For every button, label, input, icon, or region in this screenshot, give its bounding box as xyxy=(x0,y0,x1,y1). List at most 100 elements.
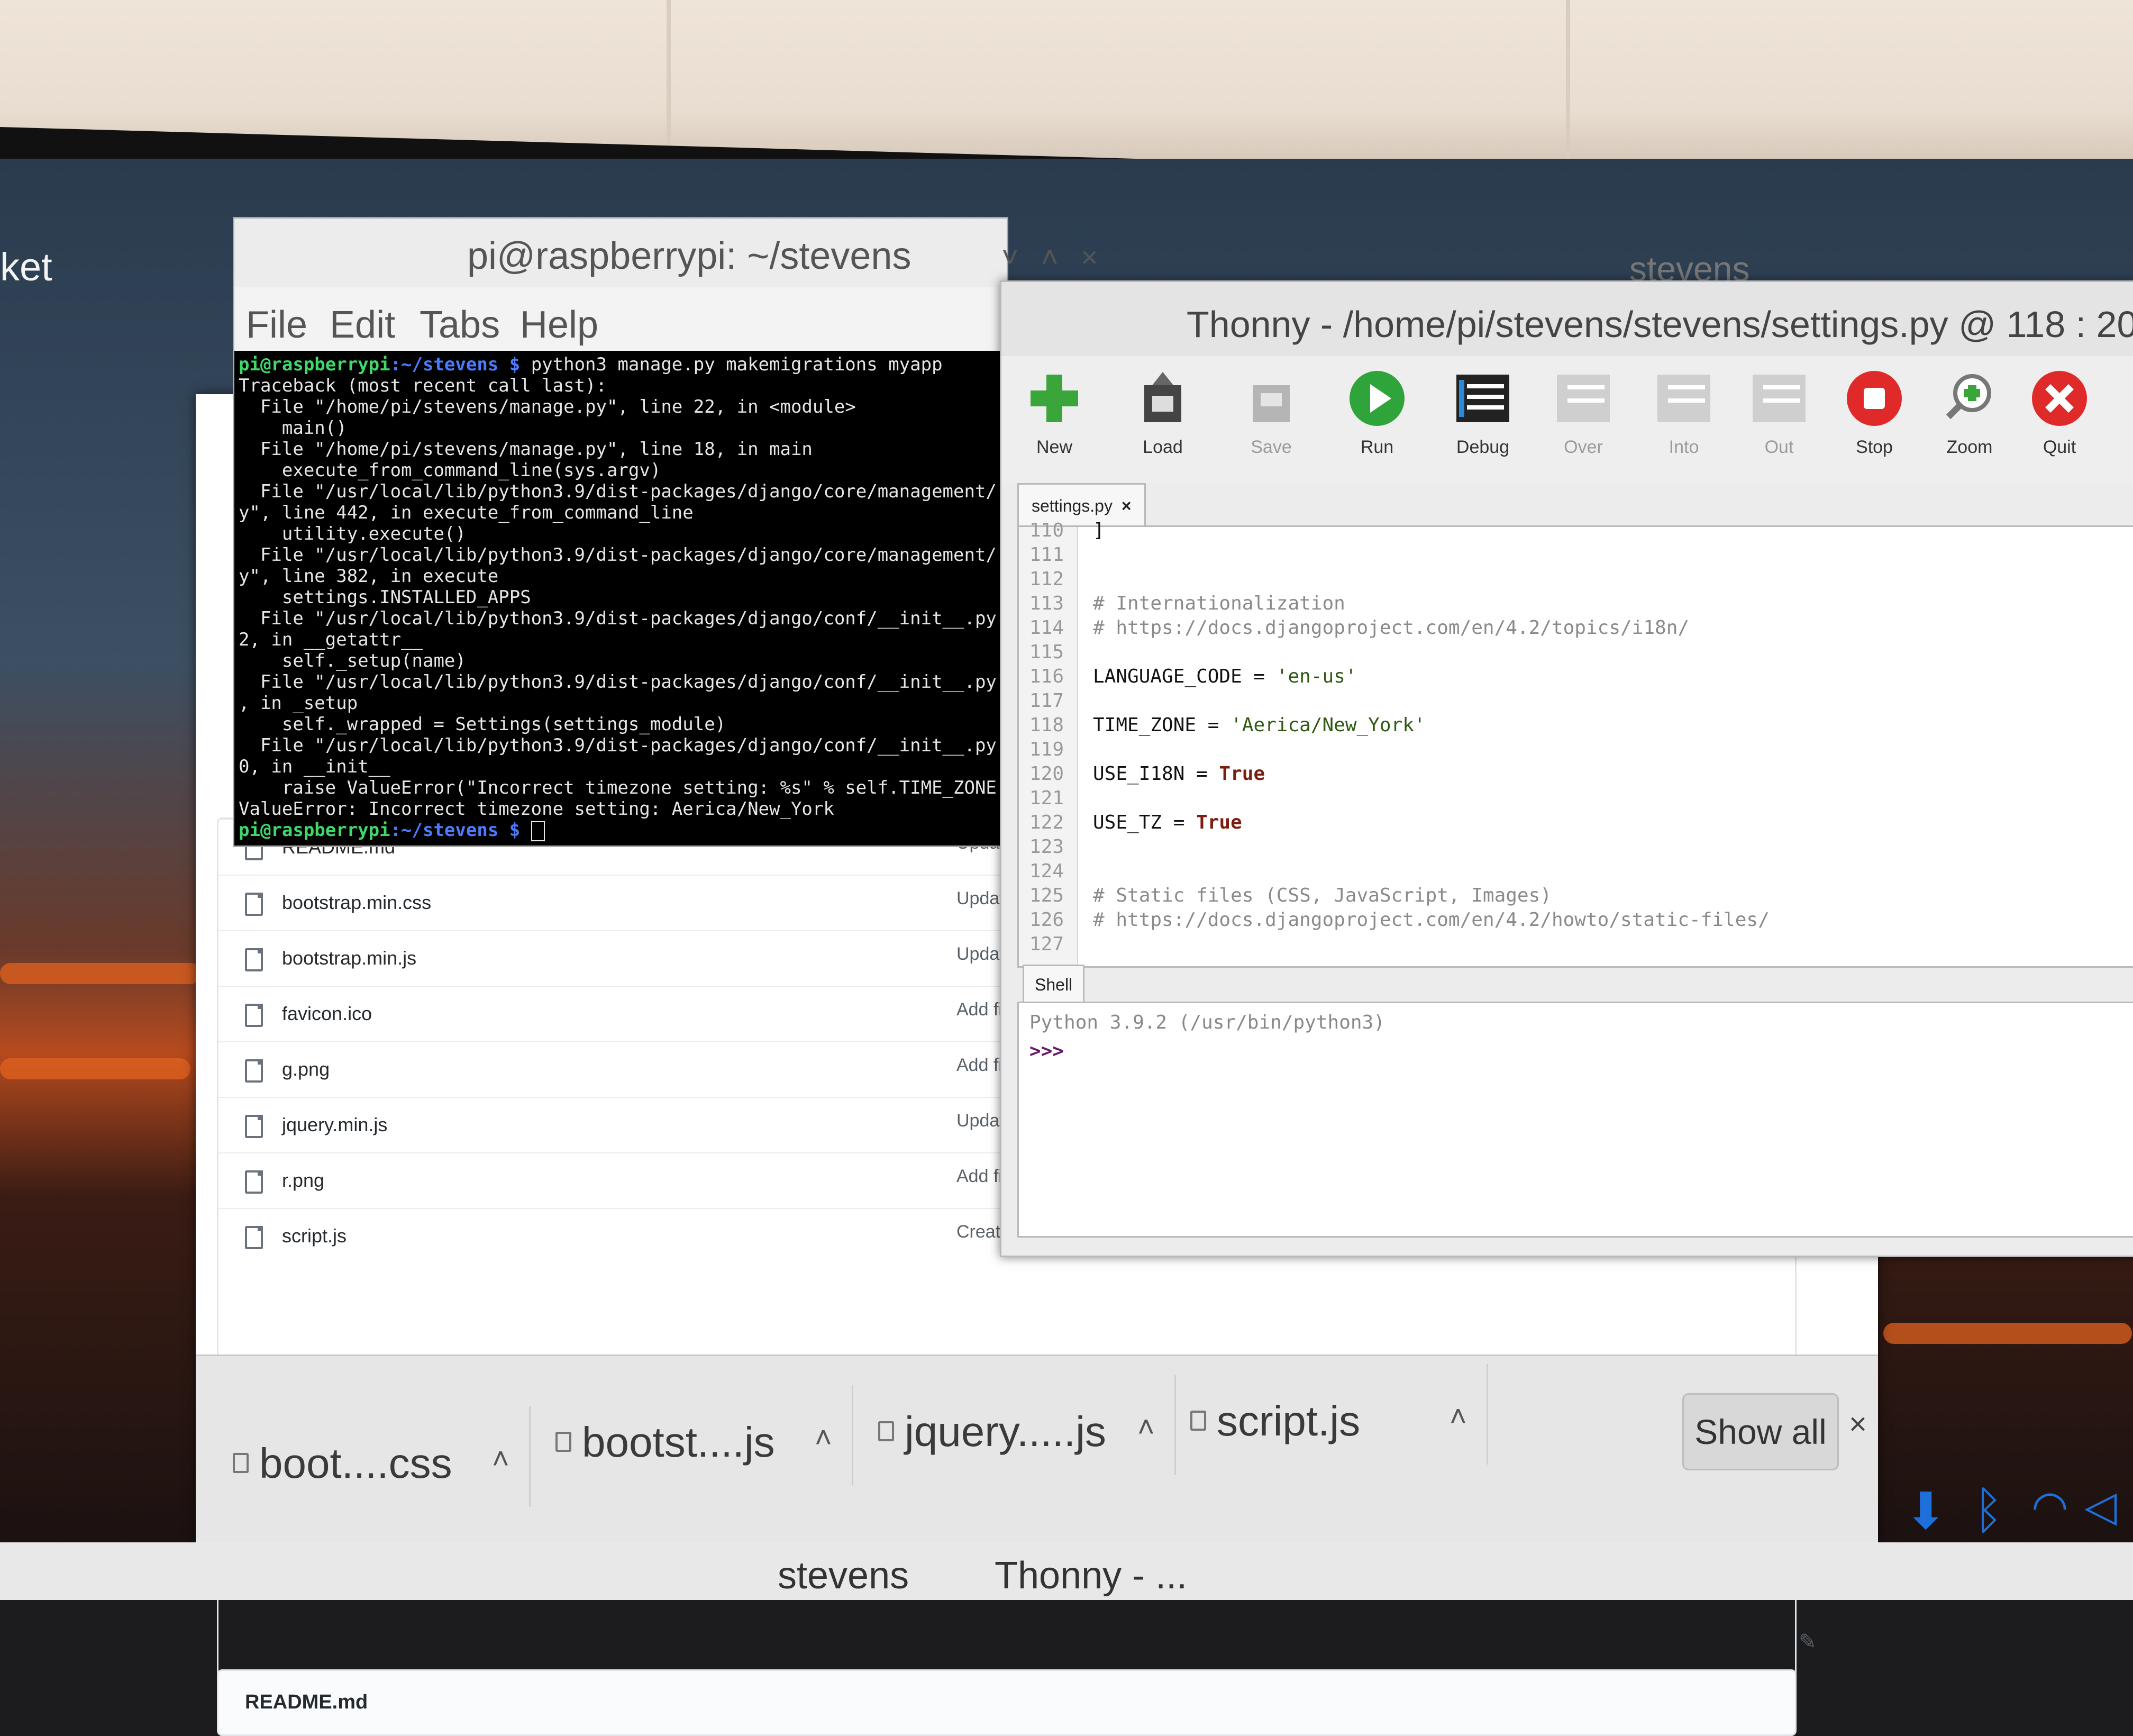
close-icon[interactable]: × xyxy=(1081,240,1098,274)
readme-header: README.md xyxy=(217,1669,1797,1736)
close-icon[interactable]: × xyxy=(1849,1406,1867,1442)
terminal-line: ValueError: Incorrect timezone setting: … xyxy=(239,798,834,820)
terminal-command: python3 manage.py makemigrations myapp xyxy=(520,354,943,375)
bluetooth-icon[interactable]: ᛒ xyxy=(1973,1481,2004,1540)
shell-prompt: >>> xyxy=(1029,1040,1064,1062)
save-button[interactable]: Save xyxy=(1229,369,1314,475)
terminal-line: File "/home/pi/stevens/manage.py", line … xyxy=(239,396,856,417)
taskbar-item-thonny[interactable]: Thonny - ... xyxy=(995,1554,1187,1597)
file-name[interactable]: bootstrap.min.js xyxy=(282,947,416,969)
run-button[interactable]: Run xyxy=(1335,369,1419,475)
quit-icon xyxy=(2030,369,2089,428)
code-comment: # Internationalization xyxy=(1093,593,1345,614)
download-item[interactable]: boot....css ˄ xyxy=(217,1406,531,1507)
wallpaper-streak xyxy=(1883,1323,2132,1344)
line-number: 118 xyxy=(1029,714,1064,736)
python-shell[interactable]: Python 3.9.2 (/usr/bin/python3) >>> xyxy=(1017,1002,2133,1238)
debug-button[interactable]: Debug xyxy=(1441,369,1525,475)
chevron-up-icon[interactable]: ˄ xyxy=(492,1441,509,1476)
file-icon xyxy=(233,1453,249,1473)
stop-button[interactable]: Stop xyxy=(1832,369,1917,475)
code-line: TIME_ZONE = 'Aerica/New_York' xyxy=(1093,714,1426,736)
line-number: 120 xyxy=(1029,763,1064,785)
terminal-output[interactable]: pi@raspberrypi:~/stevens $ python3 manag… xyxy=(234,351,1007,846)
download-tray-icon[interactable]: ⬇ xyxy=(1904,1481,1947,1541)
code-text: TIME_ZONE = xyxy=(1093,714,1231,736)
code-comment: # https://docs.djangoproject.com/en/4.2/… xyxy=(1093,617,1690,639)
taskbar: stevens Thonny - ... xyxy=(0,1542,2133,1600)
chevron-up-icon[interactable]: ˄ xyxy=(815,1420,832,1455)
load-button[interactable]: Load xyxy=(1120,369,1205,475)
file-icon xyxy=(245,948,263,971)
download-item[interactable]: jquery.....js ˄ xyxy=(862,1375,1176,1475)
code-text: USE_I18N = xyxy=(1093,763,1219,785)
download-shelf: boot....css ˄ bootst....js ˄ jquery.....… xyxy=(196,1355,1878,1544)
new-button[interactable]: New xyxy=(1012,369,1097,475)
file-name[interactable]: favicon.ico xyxy=(282,1003,372,1025)
file-name[interactable]: g.png xyxy=(282,1058,330,1080)
quit-button[interactable]: Quit xyxy=(2017,369,2102,475)
desktop-window-label: ket xyxy=(0,245,52,289)
file-name[interactable]: r.png xyxy=(282,1169,324,1192)
menu-tabs[interactable]: Tabs xyxy=(420,303,500,347)
line-number: 125 xyxy=(1029,885,1064,906)
terminal-line: 2, in __getattr__ xyxy=(239,629,423,650)
shell-banner: Python 3.9.2 (/usr/bin/python3) xyxy=(1029,1012,1385,1033)
download-name[interactable]: jquery.....js xyxy=(905,1407,1106,1456)
thonny-titlebar[interactable]: Thonny - /home/pi/stevens/stevens/settin… xyxy=(1001,282,2133,356)
zoom-label: Zoom xyxy=(1946,437,1993,457)
readme-title: README.md xyxy=(245,1691,368,1713)
terminal-line: utility.execute() xyxy=(239,523,466,544)
editor-tabstrip: settings.py × xyxy=(1017,483,2133,527)
step-out-icon xyxy=(1750,369,1808,428)
stop-icon xyxy=(1845,369,1903,428)
download-name[interactable]: bootst....js xyxy=(582,1418,775,1467)
download-item[interactable]: bootst....js ˄ xyxy=(540,1385,853,1486)
download-name[interactable]: boot....css xyxy=(259,1439,452,1488)
zoom-button[interactable]: Zoom xyxy=(1927,369,2012,475)
code-editor[interactable]: 110 111 112 113 114 115 116 117 118 119 … xyxy=(1017,520,2133,968)
terminal-titlebar[interactable]: pi@raspberrypi: ~/stevens ˅ ˄ × xyxy=(234,219,1098,287)
file-name[interactable]: script.js xyxy=(282,1225,347,1247)
volume-icon[interactable]: ◁ xyxy=(2084,1481,2117,1531)
line-number: 123 xyxy=(1029,836,1064,858)
step-out-button[interactable]: Out xyxy=(1737,369,1821,475)
wifi-icon[interactable]: ◠ xyxy=(2031,1481,2068,1531)
terminal-line: File "/home/pi/stevens/manage.py", line … xyxy=(239,439,813,460)
terminal-line: y", line 442, in execute_from_command_li… xyxy=(239,502,694,523)
file-name[interactable]: bootstrap.min.css xyxy=(282,892,431,914)
step-into-button[interactable]: Into xyxy=(1642,369,1726,475)
chevron-up-icon[interactable]: ˄ xyxy=(1137,1410,1155,1444)
download-item[interactable]: script.js ˄ xyxy=(1174,1364,1488,1465)
chevron-up-icon[interactable]: ˄ xyxy=(1450,1399,1467,1433)
terminal-line: self._setup(name) xyxy=(239,650,466,671)
code-line: LANGUAGE_CODE = 'en-us' xyxy=(1093,666,1357,687)
code-keyword: True xyxy=(1196,812,1242,833)
show-all-button[interactable]: Show all xyxy=(1682,1393,1839,1470)
terminal-line: execute_from_command_line(sys.argv) xyxy=(239,460,661,481)
step-over-button[interactable]: Over xyxy=(1541,369,1626,475)
terminal-line: self._wrapped = Settings(settings_module… xyxy=(239,714,726,735)
terminal-cursor xyxy=(531,821,545,841)
background-wall xyxy=(0,0,2133,159)
menu-file[interactable]: File xyxy=(246,303,307,347)
prompt-user: pi@raspberrypi xyxy=(239,820,390,841)
tab-shell[interactable]: Shell xyxy=(1023,965,1085,1003)
edit-pencil-icon[interactable]: ✎ xyxy=(1799,1630,1817,1654)
download-name[interactable]: script.js xyxy=(1217,1397,1360,1446)
menu-edit[interactable]: Edit xyxy=(330,303,395,347)
load-icon xyxy=(1134,369,1192,428)
debug-label: Debug xyxy=(1456,437,1510,457)
save-icon xyxy=(1242,369,1300,428)
maximize-icon[interactable]: ˄ xyxy=(1041,240,1059,274)
menu-help[interactable]: Help xyxy=(520,303,598,347)
step-over-icon xyxy=(1554,369,1612,428)
wallpaper-streak xyxy=(0,1058,190,1079)
terminal-line: main() xyxy=(239,417,347,439)
taskbar-item-stevens[interactable]: stevens xyxy=(778,1554,909,1597)
file-name[interactable]: jquery.min.js xyxy=(282,1114,387,1136)
file-icon xyxy=(245,1004,263,1027)
minimize-icon[interactable]: ˅ xyxy=(1001,240,1019,274)
close-icon[interactable]: × xyxy=(1122,496,1132,515)
line-number: 119 xyxy=(1029,739,1064,760)
